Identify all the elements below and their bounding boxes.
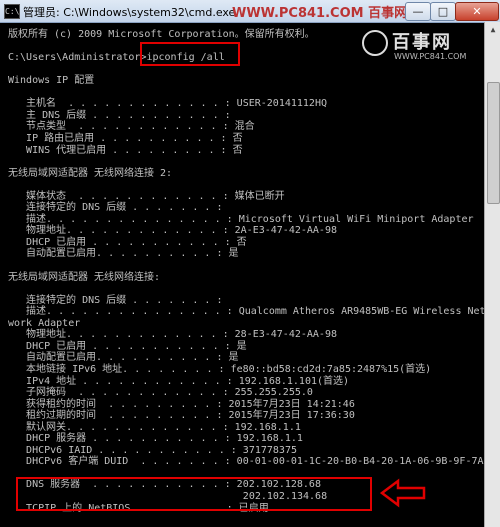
- console-line: 版权所有 (c) 2009 Microsoft Corporation。保留所有…: [8, 29, 315, 40]
- scroll-thumb[interactable]: [487, 82, 500, 204]
- vertical-scrollbar[interactable]: ▲: [484, 22, 500, 527]
- maximize-button[interactable]: □: [430, 2, 456, 21]
- console-line: DHCPv6 客户端 DUID . . . . . . . : 00-01-00…: [8, 456, 484, 468]
- console-line: 无线局域网适配器 无线网络连接:: [8, 271, 161, 283]
- close-button[interactable]: ✕: [455, 2, 499, 21]
- minimize-button[interactable]: —: [405, 2, 431, 21]
- site-brand: WWW.PC841.COM 百事网: [232, 6, 408, 21]
- console-line: Windows IP 配置: [8, 75, 95, 87]
- brand-logo-icon: [362, 30, 388, 56]
- cmd-icon: C:\: [4, 4, 20, 19]
- window-title: 管理员: C:\Windows\system32\cmd.exe: [23, 6, 236, 19]
- console-line: 自动配置已启用. . . . . . . . . . : 是: [8, 248, 239, 260]
- scroll-up-arrow-icon[interactable]: ▲: [485, 22, 500, 38]
- watermark-name: 百事网: [392, 32, 452, 53]
- watermark: 百事网 WWW.PC841.COM: [358, 26, 484, 68]
- command-highlight-box: [140, 42, 240, 66]
- console-line: WINS 代理已启用 . . . . . . . . . : 否: [8, 144, 243, 156]
- dns-highlight-box: [16, 477, 372, 511]
- console-output[interactable]: 版权所有 (c) 2009 Microsoft Corporation。保留所有…: [4, 24, 484, 527]
- watermark-url: WWW.PC841.COM: [394, 52, 467, 61]
- title-bar[interactable]: C:\ 管理员: C:\Windows\system32\cmd.exe WWW…: [0, 0, 500, 23]
- console-line: 无线局域网适配器 无线网络连接 2:: [8, 167, 173, 179]
- left-arrow-icon: [380, 478, 426, 508]
